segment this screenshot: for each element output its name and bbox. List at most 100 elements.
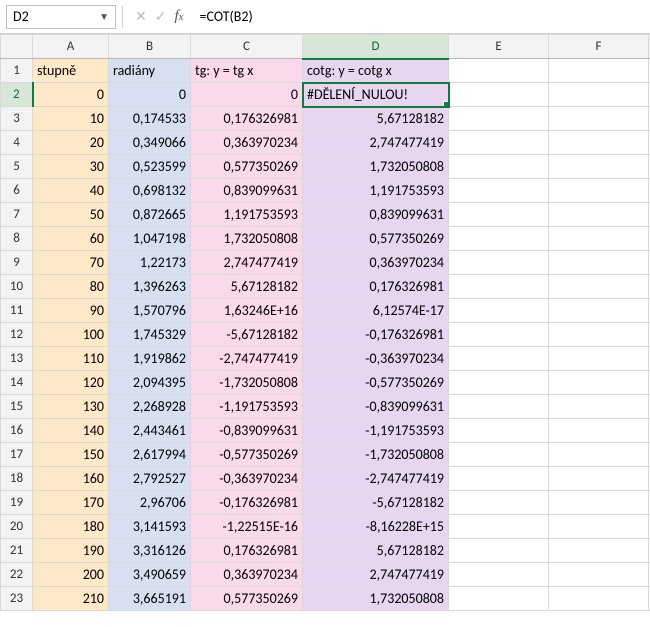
formula-input[interactable] — [196, 5, 644, 29]
cell-F18[interactable] — [549, 467, 649, 491]
cell-B10[interactable]: 1,396263 — [109, 275, 191, 299]
cell-E6[interactable] — [449, 179, 549, 203]
cell-F23[interactable] — [549, 587, 649, 611]
col-header-F[interactable]: F — [549, 35, 649, 59]
cell-B13[interactable]: 1,919862 — [109, 347, 191, 371]
col-header-A[interactable]: A — [33, 35, 109, 59]
cell-F10[interactable] — [549, 275, 649, 299]
cell-E21[interactable] — [449, 539, 549, 563]
cell-D4[interactable]: 2,747477419 — [303, 131, 449, 155]
cell-A16[interactable]: 140 — [33, 419, 109, 443]
cell-C10[interactable]: 5,67128182 — [191, 275, 303, 299]
cell-F21[interactable] — [549, 539, 649, 563]
cell-D2[interactable]: #DĚLENÍ_NULOU! — [303, 83, 449, 107]
cell-A20[interactable]: 180 — [33, 515, 109, 539]
cell-D10[interactable]: 0,176326981 — [303, 275, 449, 299]
cell-C7[interactable]: 1,191753593 — [191, 203, 303, 227]
cell-F13[interactable] — [549, 347, 649, 371]
cell-A19[interactable]: 170 — [33, 491, 109, 515]
cell-E4[interactable] — [449, 131, 549, 155]
cell-C9[interactable]: 2,747477419 — [191, 251, 303, 275]
cell-E8[interactable] — [449, 227, 549, 251]
cell-B14[interactable]: 2,094395 — [109, 371, 191, 395]
cell-E11[interactable] — [449, 299, 549, 323]
row-header[interactable]: 21 — [1, 539, 33, 563]
cell-F19[interactable] — [549, 491, 649, 515]
row-header[interactable]: 17 — [1, 443, 33, 467]
cell-A13[interactable]: 110 — [33, 347, 109, 371]
cell-A2[interactable]: 0 — [33, 83, 109, 107]
cell-A5[interactable]: 30 — [33, 155, 109, 179]
row-header[interactable]: 1 — [1, 59, 33, 83]
cell-F7[interactable] — [549, 203, 649, 227]
cell-F14[interactable] — [549, 371, 649, 395]
cell-E22[interactable] — [449, 563, 549, 587]
row-header[interactable]: 11 — [1, 299, 33, 323]
cell-C19[interactable]: -0,176326981 — [191, 491, 303, 515]
cell-B1[interactable]: radiány — [109, 59, 191, 83]
cell-F2[interactable] — [549, 83, 649, 107]
row-header[interactable]: 8 — [1, 227, 33, 251]
cell-D5[interactable]: 1,732050808 — [303, 155, 449, 179]
cell-E10[interactable] — [449, 275, 549, 299]
name-box[interactable]: D2 ▼ — [6, 5, 116, 29]
cell-F22[interactable] — [549, 563, 649, 587]
cell-A18[interactable]: 160 — [33, 467, 109, 491]
cell-F20[interactable] — [549, 515, 649, 539]
cell-A1[interactable]: stupně — [33, 59, 109, 83]
cell-E20[interactable] — [449, 515, 549, 539]
cell-C20[interactable]: -1,22515E-16 — [191, 515, 303, 539]
chevron-down-icon[interactable]: ▼ — [99, 10, 109, 23]
row-header[interactable]: 6 — [1, 179, 33, 203]
cell-B12[interactable]: 1,745329 — [109, 323, 191, 347]
cell-F1[interactable] — [549, 59, 649, 83]
cell-C1[interactable]: tg: y = tg x — [191, 59, 303, 83]
cell-E18[interactable] — [449, 467, 549, 491]
cell-E7[interactable] — [449, 203, 549, 227]
cell-E19[interactable] — [449, 491, 549, 515]
cell-F4[interactable] — [549, 131, 649, 155]
cell-A3[interactable]: 10 — [33, 107, 109, 131]
cell-B20[interactable]: 3,141593 — [109, 515, 191, 539]
cell-F12[interactable] — [549, 323, 649, 347]
cell-F17[interactable] — [549, 443, 649, 467]
cell-B8[interactable]: 1,047198 — [109, 227, 191, 251]
cancel-icon[interactable]: ✕ — [135, 8, 147, 25]
select-all-corner[interactable] — [1, 35, 33, 59]
cell-B19[interactable]: 2,96706 — [109, 491, 191, 515]
cell-D7[interactable]: 0,839099631 — [303, 203, 449, 227]
cell-F5[interactable] — [549, 155, 649, 179]
row-header[interactable]: 18 — [1, 467, 33, 491]
cell-F15[interactable] — [549, 395, 649, 419]
cell-C6[interactable]: 0,839099631 — [191, 179, 303, 203]
spreadsheet-grid[interactable]: A B C D E F G 1stupněradiánytg: y = tg x… — [0, 34, 650, 611]
cell-A8[interactable]: 60 — [33, 227, 109, 251]
row-header[interactable]: 22 — [1, 563, 33, 587]
cell-B17[interactable]: 2,617994 — [109, 443, 191, 467]
cell-A7[interactable]: 50 — [33, 203, 109, 227]
cell-B3[interactable]: 0,174533 — [109, 107, 191, 131]
cell-C21[interactable]: 0,176326981 — [191, 539, 303, 563]
row-header[interactable]: 10 — [1, 275, 33, 299]
cell-B9[interactable]: 1,22173 — [109, 251, 191, 275]
cell-C5[interactable]: 0,577350269 — [191, 155, 303, 179]
cell-B21[interactable]: 3,316126 — [109, 539, 191, 563]
cell-E2[interactable] — [449, 83, 549, 107]
cell-D6[interactable]: 1,191753593 — [303, 179, 449, 203]
cell-A22[interactable]: 200 — [33, 563, 109, 587]
cell-D15[interactable]: -0,839099631 — [303, 395, 449, 419]
cell-C16[interactable]: -0,839099631 — [191, 419, 303, 443]
cell-A15[interactable]: 130 — [33, 395, 109, 419]
cell-D1[interactable]: cotg: y = cotg x — [303, 59, 449, 83]
cell-C11[interactable]: 1,63246E+16 — [191, 299, 303, 323]
cell-B2[interactable]: 0 — [109, 83, 191, 107]
cell-F9[interactable] — [549, 251, 649, 275]
row-header[interactable]: 23 — [1, 587, 33, 611]
cell-A12[interactable]: 100 — [33, 323, 109, 347]
cell-B5[interactable]: 0,523599 — [109, 155, 191, 179]
cell-E5[interactable] — [449, 155, 549, 179]
enter-icon[interactable]: ✓ — [155, 8, 167, 25]
cell-C3[interactable]: 0,176326981 — [191, 107, 303, 131]
cell-D9[interactable]: 0,363970234 — [303, 251, 449, 275]
cell-D3[interactable]: 5,67128182 — [303, 107, 449, 131]
